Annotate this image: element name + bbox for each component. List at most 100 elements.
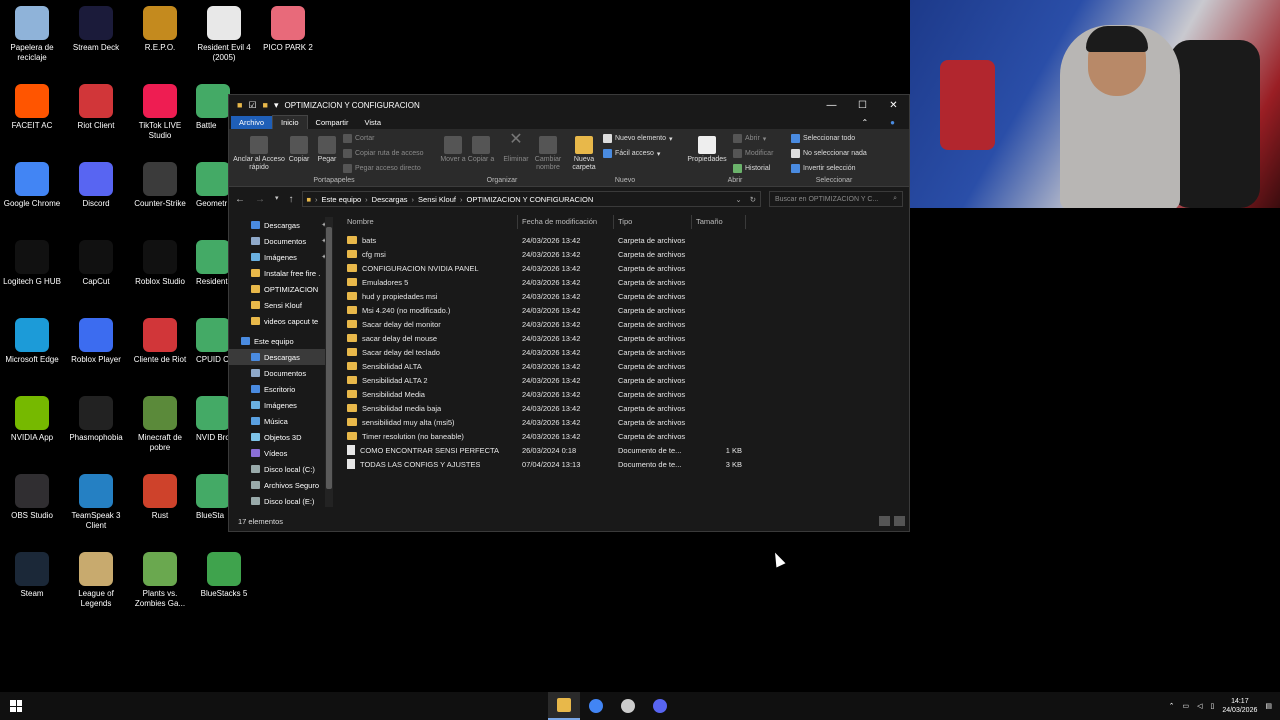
desktop-shortcut[interactable]: Discord — [64, 162, 128, 209]
properties-quick-icon[interactable]: ☑ — [248, 100, 256, 111]
file-row[interactable]: Timer resolution (no baneable) 24/03/2026… — [343, 429, 909, 443]
new-item-button[interactable]: Nuevo elemento ▾ — [603, 134, 673, 143]
start-button[interactable] — [0, 692, 32, 720]
desktop-shortcut[interactable]: PICO PARK 2 — [256, 6, 320, 53]
tab-share[interactable]: Compartir — [308, 116, 357, 129]
new-folder-button[interactable]: Nueva carpeta — [567, 136, 601, 172]
taskbar-chrome-button[interactable] — [580, 692, 612, 720]
open-button[interactable]: Abrir ▾ — [733, 134, 766, 143]
nav-item[interactable]: Imágenes✦ — [229, 249, 333, 265]
nav-item[interactable]: Disco local (E:) — [229, 493, 333, 509]
desktop-shortcut[interactable]: Cliente de Riot — [128, 318, 192, 365]
volume-icon[interactable]: ◁ — [1197, 702, 1202, 710]
file-row[interactable]: Emuladores 5 24/03/2026 13:42 Carpeta de a… — [343, 275, 909, 289]
file-row[interactable]: sacar delay del mouse 24/03/2026 13:42 Car… — [343, 331, 909, 345]
tab-file[interactable]: Archivo — [231, 115, 273, 129]
nav-item[interactable]: Música — [229, 413, 333, 429]
nav-item[interactable]: Este equipo — [229, 333, 333, 349]
breadcrumb-item[interactable]: OPTIMIZACION Y CONFIGURACION — [466, 195, 593, 204]
desktop-shortcut[interactable]: Steam — [0, 552, 64, 599]
desktop-shortcut[interactable]: NVIDIA App — [0, 396, 64, 443]
desktop-shortcut[interactable]: Rust — [128, 474, 192, 521]
nav-item[interactable]: Disco local (C:) — [229, 461, 333, 477]
pin-quick-access-button[interactable]: Anclar al Acceso rápido — [233, 136, 285, 172]
show-hidden-icons-icon[interactable]: ⌃ — [1169, 702, 1175, 710]
tab-view[interactable]: Vista — [356, 116, 389, 129]
nav-item[interactable]: Objetos 3D — [229, 429, 333, 445]
delete-button[interactable]: ✕ Eliminar — [501, 132, 531, 164]
desktop-shortcut[interactable]: Plants vs. Zombies Ga... — [128, 552, 192, 609]
tab-home[interactable]: Inicio — [272, 115, 308, 129]
desktop-shortcut[interactable]: TikTok LIVE Studio — [128, 84, 192, 141]
edit-button[interactable]: Modificar — [733, 149, 773, 158]
select-all-button[interactable]: Seleccionar todo — [791, 134, 855, 143]
notifications-icon[interactable]: ▤ — [1265, 702, 1272, 710]
close-button[interactable]: ✕ — [878, 100, 909, 111]
file-row[interactable]: bats 24/03/2026 13:42 Carpeta de archivos — [343, 233, 909, 247]
large-icons-view-icon[interactable] — [894, 516, 905, 526]
desktop-shortcut[interactable]: Roblox Studio — [128, 240, 192, 287]
file-row[interactable]: CONFIGURACION NVIDIA PANEL 24/03/2026 13:… — [343, 261, 909, 275]
breadcrumb-item[interactable]: Descargas — [372, 195, 408, 204]
nav-item[interactable]: Descargas✦ — [229, 217, 333, 233]
desktop-shortcut[interactable]: Papelera de reciclaje — [0, 6, 64, 63]
history-button[interactable]: Historial — [733, 164, 770, 173]
desktop-shortcut[interactable]: Stream Deck — [64, 6, 128, 53]
column-size[interactable]: Tamaño — [692, 214, 746, 229]
collapse-ribbon-icon[interactable]: ⌃ — [853, 116, 876, 129]
file-row[interactable]: Sensibilidad ALTA 24/03/2026 13:42 Carpeta… — [343, 359, 909, 373]
copy-to-button[interactable]: Copiar a — [467, 136, 495, 164]
details-view-icon[interactable] — [879, 516, 890, 526]
taskbar-file-explorer-button[interactable] — [548, 692, 580, 720]
file-row[interactable]: sensibilidad muy alta (msi5) 24/03/2026 1… — [343, 415, 909, 429]
file-row[interactable]: Sensibilidad media baja 24/03/2026 13:42 C… — [343, 401, 909, 415]
address-dropdown-icon[interactable]: ⌄ — [735, 195, 741, 204]
copy-button[interactable]: Copiar — [285, 136, 313, 164]
breadcrumb-item[interactable]: Sensi Klouf — [418, 195, 456, 204]
nav-item[interactable]: videos capcut te — [229, 313, 333, 329]
maximize-button[interactable]: ☐ — [847, 100, 878, 111]
desktop-shortcut[interactable]: R.E.P.O. — [128, 6, 192, 53]
desktop-shortcut[interactable]: League of Legends — [64, 552, 128, 609]
minimize-button[interactable]: — — [816, 100, 847, 111]
copy-path-button[interactable]: Copiar ruta de acceso — [343, 149, 423, 158]
desktop-shortcut[interactable]: OBS Studio — [0, 474, 64, 521]
column-name[interactable]: Nombre — [343, 214, 518, 229]
file-row[interactable]: cfg msi 24/03/2026 13:42 Carpeta de archiv… — [343, 247, 909, 261]
nav-item[interactable]: Documentos — [229, 365, 333, 381]
taskbar-discord-alt-button[interactable] — [644, 692, 676, 720]
nav-item[interactable]: Descargas — [229, 349, 333, 365]
desktop-shortcut[interactable]: Counter-Strike — [128, 162, 192, 209]
paste-button[interactable]: Pegar — [313, 136, 341, 164]
desktop-shortcut[interactable]: Logitech G HUB — [0, 240, 64, 287]
clock[interactable]: 14:17 24/03/2026 — [1222, 697, 1257, 715]
desktop-shortcut[interactable]: Riot Client — [64, 84, 128, 131]
file-row[interactable]: Msi 4.240 (no modificado.) 24/03/2026 13:… — [343, 303, 909, 317]
desktop-shortcut[interactable]: Google Chrome — [0, 162, 64, 209]
network-icon[interactable]: ▭ — [1182, 702, 1189, 710]
desktop-shortcut[interactable]: Microsoft Edge — [0, 318, 64, 365]
forward-arrow-icon[interactable]: → — [255, 194, 265, 205]
nav-item[interactable]: Escritorio — [229, 381, 333, 397]
column-date[interactable]: Fecha de modificación — [518, 214, 614, 229]
up-arrow-icon[interactable]: ↑ — [289, 194, 294, 205]
help-icon[interactable]: ● — [882, 116, 903, 129]
nav-item[interactable]: Archivos Seguro — [229, 477, 333, 493]
recent-locations-icon[interactable]: ▾ — [275, 194, 279, 205]
nav-item[interactable]: Documentos✦ — [229, 233, 333, 249]
desktop-shortcut[interactable]: BlueStacks 5 — [192, 552, 256, 599]
properties-button[interactable]: Propiedades — [685, 136, 729, 164]
nav-item[interactable]: Imágenes — [229, 397, 333, 413]
select-none-button[interactable]: No seleccionar nada — [791, 149, 867, 158]
desktop-shortcut[interactable]: TeamSpeak 3 Client — [64, 474, 128, 531]
nav-item[interactable]: OPTIMIZACION — [229, 281, 333, 297]
search-input[interactable]: Buscar en OPTIMIZACION Y C... ⌕ — [769, 191, 903, 207]
nav-item[interactable]: Sensi Klouf — [229, 297, 333, 313]
breadcrumb-item[interactable]: Este equipo — [322, 195, 362, 204]
refresh-icon[interactable]: ↻ — [750, 195, 756, 204]
cut-button[interactable]: Cortar — [343, 134, 374, 143]
desktop-shortcut[interactable]: Resident Evil 4 (2005) — [192, 6, 256, 63]
column-type[interactable]: Tipo — [614, 214, 692, 229]
desktop-shortcut[interactable]: Phasmophobia — [64, 396, 128, 443]
desktop-shortcut[interactable]: Minecraft de pobre — [128, 396, 192, 453]
